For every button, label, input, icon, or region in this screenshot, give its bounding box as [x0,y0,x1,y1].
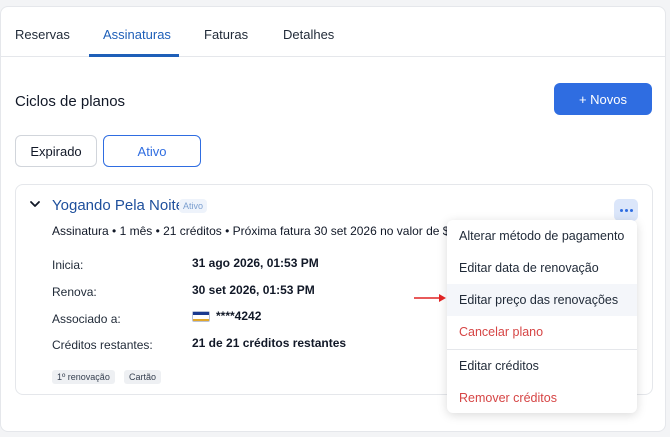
new-plan-button[interactable]: + Novos [554,83,652,115]
red-arrow-icon [414,294,446,302]
credits-value: 21 de 21 créditos restantes [192,336,347,350]
renewal-tag: 1º renovação [52,370,115,384]
visa-card-icon [192,311,210,323]
section-title: Ciclos de planos [15,93,126,110]
card-last-digits: ****4242 [216,309,262,323]
menu-cancel-plan[interactable]: Cancelar plano [447,316,637,348]
tab-faturas[interactable]: Faturas [204,27,248,42]
tab-bar: Reservas Assinaturas Faturas Detalhes [1,7,665,57]
credits-label: Créditos restantes: [52,338,153,352]
menu-remove-credits[interactable]: Remover créditos [447,382,637,414]
associated-card: ****4242 [192,309,261,323]
plan-actions-menu: Alterar método de pagamento Editar data … [447,220,637,413]
filter-active-button[interactable]: Ativo [103,135,201,167]
filter-expired-button[interactable]: Expirado [15,135,97,167]
menu-edit-renewal-price[interactable]: Editar preço das renovações [447,284,637,316]
renew-label: Renova: [52,285,97,299]
payment-tag: Cartão [124,370,162,384]
plan-name[interactable]: Yogando Pela Noite [52,197,184,214]
status-badge: Ativo [179,199,208,213]
chevron-down-icon[interactable] [28,197,42,211]
tab-detalhes[interactable]: Detalhes [283,27,334,42]
menu-change-payment-method[interactable]: Alterar método de pagamento [447,220,637,252]
start-value: 31 ago 2026, 01:53 PM [192,256,319,270]
start-label: Inicia: [52,258,84,272]
more-dots-icon[interactable] [614,199,638,221]
menu-edit-renewal-date[interactable]: Editar data de renovação [447,252,637,284]
renew-value: 30 set 2026, 01:53 PM [192,283,315,297]
plan-summary: Assinatura • 1 mês • 21 créditos • Próxi… [52,224,450,238]
tab-assinaturas[interactable]: Assinaturas [103,27,171,42]
menu-edit-credits[interactable]: Editar créditos [447,350,637,382]
associated-label: Associado a: [52,312,121,326]
active-tab-indicator [89,54,179,57]
tab-reservas[interactable]: Reservas [15,27,70,42]
